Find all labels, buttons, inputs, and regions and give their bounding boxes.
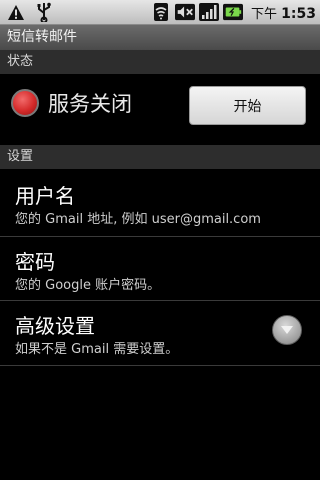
settings-section-header: 设置: [0, 145, 320, 169]
status-section-header: 状态: [0, 50, 320, 74]
start-button[interactable]: 开始: [189, 86, 306, 125]
usb-icon: [34, 2, 54, 22]
divider: [0, 365, 320, 366]
chevron-down-icon: [281, 326, 293, 334]
mute-icon: [175, 2, 196, 22]
wifi-icon: [151, 2, 171, 22]
pref-password-summary: 您的 Google 账户密码。: [15, 278, 161, 293]
app-title: 短信转邮件: [7, 29, 77, 45]
pref-advanced-title: 高级设置: [15, 314, 95, 338]
signal-icon: [199, 2, 220, 22]
status-section-label: 状态: [7, 54, 34, 69]
pref-username[interactable]: 用户名 您的 Gmail 地址, 例如 user@gmail.com: [0, 170, 320, 234]
app-title-bar: 短信转邮件: [0, 25, 320, 50]
pref-advanced-summary: 如果不是 Gmail 需要设置。: [15, 342, 179, 357]
settings-section-label: 设置: [7, 149, 34, 164]
service-status-indicator: [11, 89, 39, 117]
expand-icon[interactable]: [272, 315, 302, 345]
service-status-text: 服务关闭: [48, 92, 132, 116]
pref-username-summary: 您的 Gmail 地址, 例如 user@gmail.com: [15, 212, 261, 227]
pref-password[interactable]: 密码 您的 Google 账户密码。: [0, 236, 320, 300]
status-clock: 下午 1:53: [251, 5, 316, 22]
warning-icon: [6, 2, 26, 22]
battery-icon: [223, 2, 244, 22]
pref-username-title: 用户名: [15, 184, 75, 208]
pref-password-title: 密码: [15, 250, 55, 274]
status-bar: 下午 1:53: [0, 0, 320, 25]
